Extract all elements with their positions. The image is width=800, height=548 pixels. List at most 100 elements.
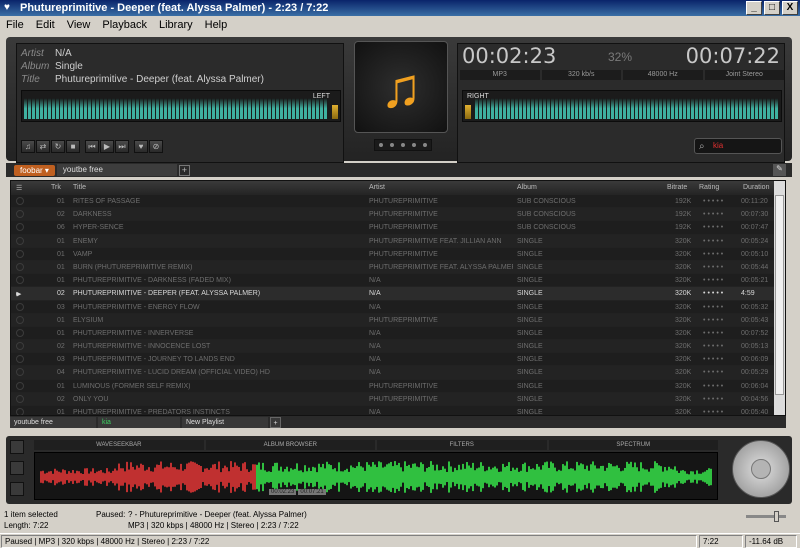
table-row[interactable]: 01 BURN (PHUTUREPRIMITIVE REMIX) PHUTUREPR… [11,260,775,275]
cell-rating[interactable]: ••••• [703,277,725,284]
status-area: 1 item selected Length: 7:22 Paused: ? -… [0,507,800,531]
cell-rating[interactable]: ••••• [703,290,725,297]
shuffle-icon[interactable]: ⇄ [36,140,50,153]
heart-icon[interactable]: ♥ [134,140,148,153]
progress-percent: 32% [608,50,633,64]
menu-help[interactable]: Help [199,19,234,31]
music-note-icon[interactable]: ♫ [21,140,35,153]
table-row[interactable]: 01 PHUTUREPRIMITIVE - DARKNESS (FADED MIX… [11,274,775,288]
menu-playback[interactable]: Playback [96,19,153,31]
cell-album: SUB CONSCIOUS [517,224,576,232]
table-row[interactable]: ▶ 02 PHUTUREPRIMITIVE - DEEPER (FEAT. ALYS… [11,287,775,301]
minimize-button[interactable]: _ [746,1,762,15]
panel-toggle-1[interactable] [10,440,24,454]
table-row[interactable]: 02 PHUTUREPRIMITIVE - INNOCENCE LOST N/A SI… [11,340,775,354]
block-icon[interactable]: ⊘ [149,140,163,153]
col-trk[interactable]: Trk [51,184,61,191]
stop-button[interactable]: ■ [66,140,80,153]
table-row[interactable]: 01 RITES OF PASSAGE PHUTUREPRIMITIVE SUB CO… [11,195,775,209]
col-rating[interactable]: Rating [699,184,719,191]
add-tab-button[interactable]: + [178,164,190,176]
menu-view[interactable]: View [61,19,97,31]
cell-rating[interactable]: ••••• [703,317,725,324]
scrollbar[interactable] [774,181,785,415]
window-title: Phutureprimitive - Deeper (feat. Alyssa … [20,2,329,14]
col-artist[interactable]: Artist [369,184,385,191]
cell-title: PHUTUREPRIMITIVE - INNOCENCE LOST [73,343,211,351]
cell-rating[interactable]: ••••• [703,251,725,258]
repeat-icon[interactable]: ↻ [51,140,65,153]
cell-rating[interactable]: ••••• [703,330,725,337]
cell-bitrate: 320K [675,356,692,364]
cell-trk: 01 [57,316,65,324]
panel-toggle-3[interactable] [10,482,24,496]
cell-duration: 00:05:44 [741,263,769,271]
next-button[interactable]: ⏭ [115,140,129,153]
table-row[interactable]: 03 PHUTUREPRIMITIVE - JOURNEY TO LANDS EN… [11,353,775,367]
row-status-icon [16,381,24,390]
cell-rating[interactable]: ••••• [703,238,725,245]
col-duration[interactable]: Duration [743,184,769,191]
table-row[interactable]: 01 PHUTUREPRIMITIVE - INNERVERSE N/A SINGLE… [11,327,775,341]
close-button[interactable]: X [782,1,798,15]
cell-rating[interactable]: ••••• [703,343,725,350]
cell-rating[interactable]: ••••• [703,304,725,311]
col-bitrate[interactable]: Bitrate [667,184,687,191]
tab-album-browser[interactable]: ALBUM BROWSER [205,440,375,450]
row-status-icon [16,262,24,271]
tab-spectrum[interactable]: SPECTRUM [548,440,718,450]
volume-slider[interactable] [746,511,786,522]
cell-bitrate: 320K [675,250,692,258]
cell-rating[interactable]: ••••• [703,198,725,205]
search-input[interactable]: ⌕ kia [694,138,782,154]
menu-edit[interactable]: Edit [30,19,61,31]
cell-rating[interactable]: ••••• [703,264,725,271]
tab-youtbe-free[interactable]: youtbe free [56,164,177,176]
panel-toggle-2[interactable] [10,461,24,475]
tab-filters[interactable]: FILTERS [377,440,547,450]
cell-rating[interactable]: ••••• [703,224,725,231]
cell-rating[interactable]: ••••• [703,409,725,415]
columns-menu-icon[interactable]: ☰ [16,184,22,192]
cell-artist: N/A [369,409,381,416]
cell-duration: 00:05:40 [741,409,769,416]
table-row[interactable]: 01 LUMINOUS (FORMER SELF REMIX) PHUTUREPRI… [11,380,775,393]
table-row[interactable]: 04 PHUTUREPRIMITIVE - LUCID DREAM (OFFICI… [11,366,775,380]
maximize-button[interactable]: □ [764,1,780,15]
table-row[interactable]: 01 PHUTUREPRIMITIVE - PREDATORS INSTINCTS… [11,406,775,416]
table-row[interactable]: 01 ENEMY PHUTUREPRIMITIVE FEAT. JILLIAN AN… [11,234,775,248]
cell-artist: PHUTUREPRIMITIVE [369,224,438,232]
title-bar: ♥ Phutureprimitive - Deeper (feat. Alyss… [0,0,800,16]
table-row[interactable]: 02 DARKNESS PHUTUREPRIMITIVE SUB CONSCIOUS 1… [11,208,775,222]
cell-rating[interactable]: ••••• [703,356,725,363]
play-button[interactable]: ▶ [100,140,114,153]
cell-rating[interactable]: ••••• [703,396,725,403]
table-row[interactable]: 02 ONLY YOU PHUTUREPRIMITIVE SINGLE 320K ••••… [11,392,775,406]
page-dots[interactable] [374,139,432,151]
waveform-seekbar[interactable]: 00:02:23 00:07:21 [34,452,718,500]
previous-button[interactable]: ⏮ [85,140,99,153]
playlist-youtube-free[interactable]: youtube free [10,416,96,428]
wrench-icon[interactable]: ✎ [773,164,786,176]
table-row[interactable]: 01 VAMP PHUTUREPRIMITIVE SINGLE 320K ••••• 00:… [11,248,775,261]
row-status-icon [16,210,24,219]
playlist-new[interactable]: New Playlist [182,416,268,428]
status-bar-text: Paused | MP3 | 320 kbps | 48000 Hz | Ste… [1,535,697,548]
table-row[interactable]: 01 ELYSIUM PHUTUREPRIMITIVE SINGLE 320K •••••… [11,313,775,327]
cell-title: PHUTUREPRIMITIVE - INNERVERSE [73,329,194,337]
table-row[interactable]: 06 HYPER-SENCE PHUTUREPRIMITIVE SUB CONSCIO… [11,221,775,235]
table-row[interactable]: 03 PHUTUREPRIMITIVE - ENERGY FLOW N/A SINGL… [11,301,775,314]
menu-library[interactable]: Library [153,19,199,31]
add-playlist-button[interactable]: + [270,416,281,428]
playlist-kia[interactable]: kia [98,416,180,428]
col-title[interactable]: Title [73,184,86,191]
tab-waveseekbar[interactable]: WAVESEEKBAR [34,440,204,450]
cell-rating[interactable]: ••••• [703,383,725,390]
volume-knob[interactable] [732,440,790,498]
foobar-menu-button[interactable]: foobar ▾ [14,164,55,176]
cell-rating[interactable]: ••••• [703,211,725,218]
length-status: Length: 7:22 [4,521,49,530]
col-album[interactable]: Album [517,184,537,191]
cell-rating[interactable]: ••••• [703,369,725,376]
menu-file[interactable]: File [0,19,30,31]
